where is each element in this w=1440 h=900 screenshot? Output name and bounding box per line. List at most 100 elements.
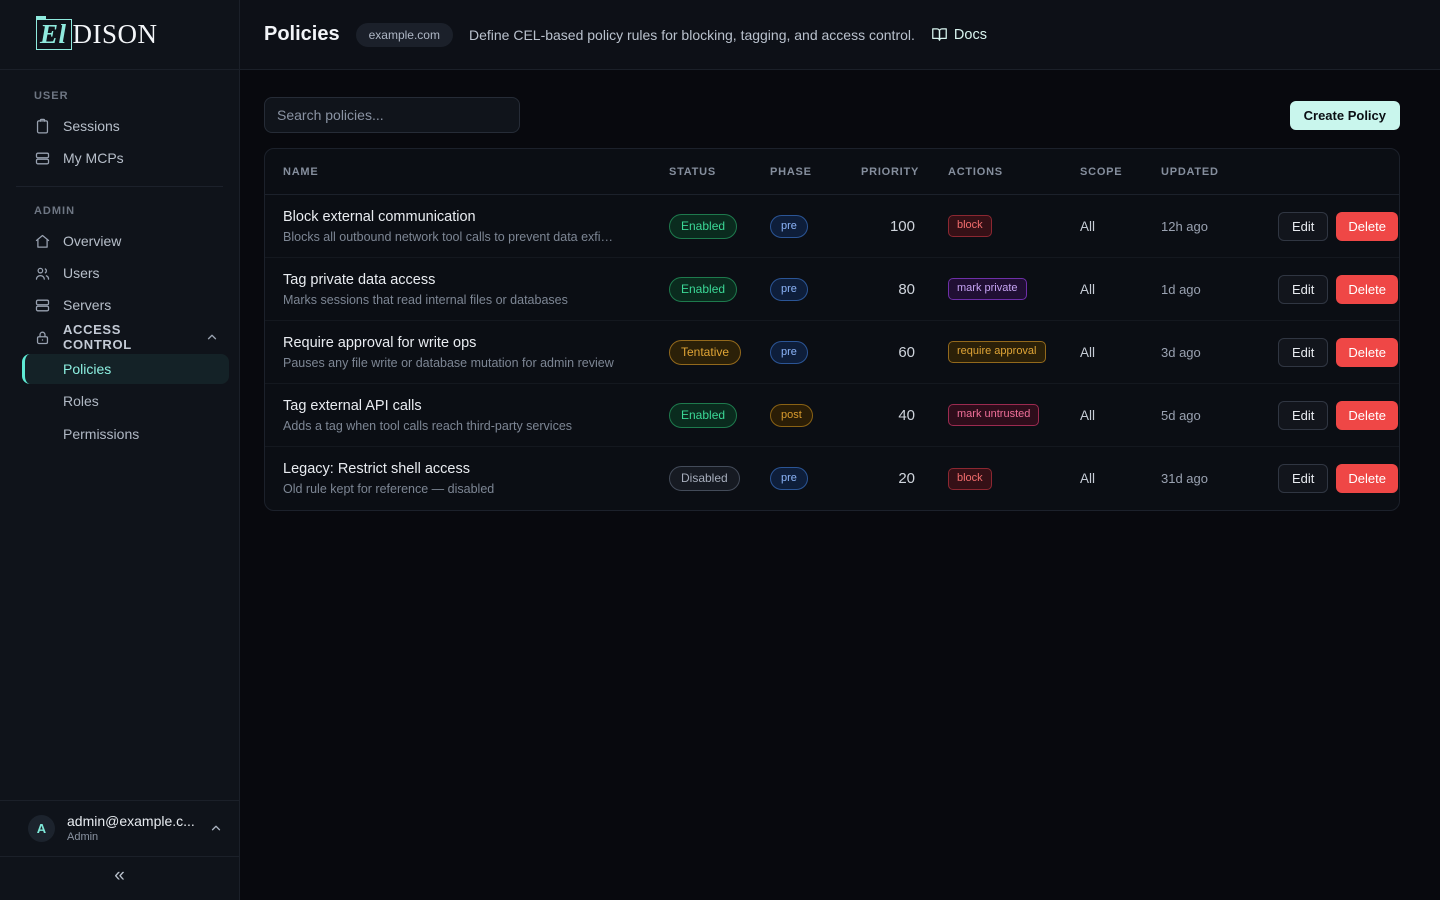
sidebar-divider: [16, 186, 223, 187]
column-header-updated: UPDATED: [1161, 166, 1278, 178]
nav-section-user: USER: [0, 84, 239, 110]
delete-button[interactable]: Delete: [1336, 212, 1398, 241]
sidebar-item-label: Roles: [63, 393, 99, 409]
page-description: Define CEL-based policy rules for blocki…: [469, 27, 915, 43]
status-badge: Disabled: [669, 466, 740, 491]
table-row: Require approval for write ops Pauses an…: [265, 321, 1399, 384]
account-section: A admin@example.c... Admin «: [0, 800, 239, 900]
policy-description: Pauses any file write or database mutati…: [283, 356, 649, 370]
sidebar-group-label: ACCESS CONTROL: [63, 322, 193, 352]
sidebar-item-servers[interactable]: Servers: [0, 289, 239, 321]
edit-button[interactable]: Edit: [1278, 212, 1328, 241]
policy-name: Tag private data access: [283, 272, 649, 288]
priority-value: 100: [861, 218, 948, 235]
logo-rest-text: DISON: [73, 19, 158, 50]
account-menu-trigger[interactable]: A admin@example.c... Admin: [0, 801, 239, 856]
edit-button[interactable]: Edit: [1278, 338, 1328, 367]
action-badge: block: [948, 215, 992, 237]
logo-boxed-text: El: [36, 19, 72, 50]
docs-link[interactable]: Docs: [931, 26, 987, 43]
edit-button[interactable]: Edit: [1278, 275, 1328, 304]
table-header-row: NAME STATUS PHASE PRIORITY ACTIONS SCOPE…: [265, 149, 1399, 195]
policy-name-cell: Tag external API calls Adds a tag when t…: [283, 398, 669, 433]
sidebar-group-access-control[interactable]: ACCESS CONTROL: [0, 321, 239, 353]
docs-link-label: Docs: [954, 27, 987, 43]
sidebar-item-label: My MCPs: [63, 150, 124, 166]
column-header-status: STATUS: [669, 166, 770, 178]
action-badge: mark untrusted: [948, 404, 1039, 426]
sidebar-item-permissions[interactable]: Permissions: [0, 418, 239, 450]
book-open-icon: [931, 26, 948, 43]
policy-name: Block external communication: [283, 209, 649, 225]
action-badge: block: [948, 468, 992, 490]
delete-button[interactable]: Delete: [1336, 338, 1398, 367]
delete-button[interactable]: Delete: [1336, 464, 1398, 493]
policy-name-cell: Tag private data access Marks sessions t…: [283, 272, 669, 307]
policy-description: Marks sessions that read internal files …: [283, 293, 649, 307]
column-header-priority: PRIORITY: [861, 166, 948, 178]
policy-name: Legacy: Restrict shell access: [283, 461, 649, 477]
chevron-up-icon: [209, 821, 223, 835]
environment-badge: example.com: [356, 23, 453, 47]
policy-name-cell: Require approval for write ops Pauses an…: [283, 335, 669, 370]
policy-description: Old rule kept for reference — disabled: [283, 482, 649, 496]
priority-value: 60: [861, 344, 948, 361]
content-area: Create Policy NAME STATUS PHASE PRIORITY…: [240, 70, 1440, 900]
sidebar-item-overview[interactable]: Overview: [0, 225, 239, 257]
sidebar-item-sessions[interactable]: Sessions: [0, 110, 239, 142]
updated-value: 12h ago: [1161, 219, 1278, 234]
sidebar-item-policies[interactable]: Policies: [22, 354, 229, 384]
policy-name: Tag external API calls: [283, 398, 649, 414]
priority-value: 40: [861, 407, 948, 424]
server-icon: [34, 150, 51, 167]
policy-description: Blocks all outbound network tool calls t…: [283, 230, 649, 244]
scope-value: All: [1080, 471, 1161, 486]
sidebar-item-label: Overview: [63, 233, 121, 249]
sidebar-item-label: Permissions: [63, 426, 139, 442]
avatar: A: [28, 815, 55, 842]
phase-badge: pre: [770, 341, 808, 364]
policy-name: Require approval for write ops: [283, 335, 649, 351]
scope-value: All: [1080, 282, 1161, 297]
table-row: Tag external API calls Adds a tag when t…: [265, 384, 1399, 447]
sidebar-item-label: Policies: [63, 361, 111, 377]
priority-value: 80: [861, 281, 948, 298]
table-row: Legacy: Restrict shell access Old rule k…: [265, 447, 1399, 510]
edit-button[interactable]: Edit: [1278, 401, 1328, 430]
table-row: Tag private data access Marks sessions t…: [265, 258, 1399, 321]
create-policy-button[interactable]: Create Policy: [1290, 101, 1400, 130]
scope-value: All: [1080, 219, 1161, 234]
sidebar-collapse-button[interactable]: «: [0, 856, 239, 900]
column-header-actions: ACTIONS: [948, 166, 1080, 178]
account-email: admin@example.c...: [67, 813, 195, 829]
sidebar: ElDISON USER Sessions My MCPs ADMIN Over…: [0, 0, 240, 900]
policy-name-cell: Legacy: Restrict shell access Old rule k…: [283, 461, 669, 496]
scope-value: All: [1080, 345, 1161, 360]
account-role: Admin: [67, 831, 195, 843]
sidebar-item-roles[interactable]: Roles: [0, 385, 239, 417]
sidebar-item-users[interactable]: Users: [0, 257, 239, 289]
policies-table: NAME STATUS PHASE PRIORITY ACTIONS SCOPE…: [264, 148, 1400, 511]
policy-name-cell: Block external communication Blocks all …: [283, 209, 669, 244]
phase-badge: pre: [770, 467, 808, 490]
sidebar-item-label: Users: [63, 265, 100, 281]
toolbar: Create Policy: [264, 97, 1400, 133]
updated-value: 31d ago: [1161, 471, 1278, 486]
lock-icon: [34, 329, 51, 346]
scope-value: All: [1080, 408, 1161, 423]
sidebar-nav: USER Sessions My MCPs ADMIN Overview: [0, 70, 239, 800]
search-input[interactable]: [264, 97, 520, 133]
clipboard-icon: [34, 118, 51, 135]
delete-button[interactable]: Delete: [1336, 275, 1398, 304]
delete-button[interactable]: Delete: [1336, 401, 1398, 430]
edit-button[interactable]: Edit: [1278, 464, 1328, 493]
updated-value: 1d ago: [1161, 282, 1278, 297]
users-icon: [34, 265, 51, 282]
page-header: Policies example.com Define CEL-based po…: [240, 0, 1440, 70]
phase-badge: pre: [770, 278, 808, 301]
sidebar-item-label: Servers: [63, 297, 111, 313]
priority-value: 20: [861, 470, 948, 487]
sidebar-item-my-mcps[interactable]: My MCPs: [0, 142, 239, 174]
column-header-name: NAME: [283, 166, 669, 178]
server-icon: [34, 297, 51, 314]
